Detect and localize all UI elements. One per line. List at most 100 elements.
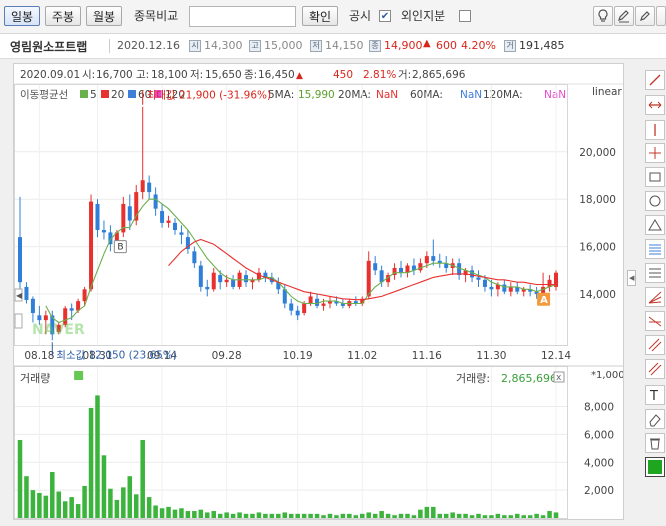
ohlc-change: 450 xyxy=(333,69,353,81)
ma60-swatch xyxy=(128,90,136,98)
volume-bar xyxy=(456,513,462,518)
volume-bar xyxy=(450,512,455,518)
volume-bar xyxy=(211,511,216,518)
horizontal-arrow-tool-icon[interactable] xyxy=(645,95,665,115)
volume-bar xyxy=(140,439,145,518)
period-daily-button[interactable]: 일봉 xyxy=(4,6,40,26)
edit-icon[interactable] xyxy=(614,6,634,26)
volume-bar xyxy=(82,485,87,518)
ma5-label: 5 xyxy=(90,89,97,101)
volume-bar xyxy=(230,513,236,518)
candle-body xyxy=(69,308,74,311)
confirm-button[interactable]: 확인 xyxy=(302,6,338,26)
candle-body xyxy=(502,284,507,292)
disclosure-checkbox[interactable]: ✔ xyxy=(379,10,391,22)
volume-bar xyxy=(398,513,404,518)
vertical-line-tool-icon[interactable] xyxy=(645,120,665,140)
volume-bar xyxy=(463,513,468,518)
candle-body xyxy=(172,222,177,231)
check-icon: ✔ xyxy=(380,11,390,22)
panel-toggle[interactable]: ◀ xyxy=(627,270,636,286)
compare-input[interactable] xyxy=(189,6,296,27)
volume-bar xyxy=(75,504,81,518)
close-price-badge: 종 xyxy=(369,40,381,52)
fan-line-tool-icon[interactable] xyxy=(645,287,665,307)
volume-bar xyxy=(514,513,520,518)
volume-bar xyxy=(443,513,449,518)
candle-body xyxy=(418,263,423,271)
candle-body xyxy=(321,303,326,306)
volume-bar xyxy=(114,499,120,518)
price-tick-label: 18,000 xyxy=(579,194,616,206)
period-weekly-button[interactable]: 주봉 xyxy=(45,6,81,26)
collapse-handle[interactable] xyxy=(14,313,23,329)
volume-bar xyxy=(502,515,507,518)
period-monthly-button[interactable]: 월봉 xyxy=(86,6,122,26)
volume-bar xyxy=(198,509,204,518)
stock-name: 영림원소프트랩 xyxy=(10,40,88,54)
scale-type-label[interactable]: linear xyxy=(592,86,622,98)
chevron-left-icon: ◀ xyxy=(629,274,635,282)
compare-label: 종목비교 xyxy=(134,9,179,23)
color-picker[interactable] xyxy=(645,457,665,477)
crosshair-tool-icon[interactable] xyxy=(645,143,665,163)
price-chart[interactable]: 2020.09.01 시: 16,700 고: 18,100 저: 15,650… xyxy=(14,64,625,519)
foreign-ownership-checkbox[interactable] xyxy=(459,10,471,22)
candle-body xyxy=(308,296,313,304)
candle-body xyxy=(457,263,462,276)
circle-tool-icon[interactable] xyxy=(645,191,665,211)
ma120-value-label: 120MA: xyxy=(483,89,523,101)
parallel-line-tool-icon[interactable] xyxy=(645,335,665,355)
volume-bar xyxy=(37,492,42,518)
volume-bar xyxy=(366,512,371,518)
volume-bar xyxy=(347,513,352,518)
candle-body xyxy=(366,260,371,297)
volume-bar xyxy=(276,513,281,518)
channel-tool-icon[interactable] xyxy=(645,359,665,379)
volume-bar xyxy=(30,490,36,518)
fibonacci-tool-icon[interactable] xyxy=(645,239,665,259)
ohlc-volume: 2,865,696 xyxy=(412,69,466,81)
low-price-badge: 저 xyxy=(310,40,322,52)
volume-bar xyxy=(418,509,423,518)
pencil-icon[interactable] xyxy=(635,6,655,26)
up-arrow-icon: ▲ xyxy=(423,38,431,49)
chart-panel: 2020.09.01 시: 16,700 고: 18,100 저: 15,650… xyxy=(13,63,625,520)
volume-bar xyxy=(340,513,346,518)
date-tick-label: 09.28 xyxy=(212,350,242,362)
scroll-left-icon: ◀ xyxy=(16,291,23,300)
toolbar: 일봉 주봉 월봉 종목비교 확인 공시 ✔ 외인지분 xyxy=(0,0,666,34)
volume-tick-label: 4,000 xyxy=(584,457,614,469)
svg-text:T: T xyxy=(649,389,658,404)
ohlc-volume-label: 거: xyxy=(398,69,411,81)
volume-bar xyxy=(360,513,365,518)
refresh-icon[interactable] xyxy=(656,6,666,26)
cross-line-tool-icon[interactable] xyxy=(645,311,665,331)
price-tick-label: 20,000 xyxy=(579,147,616,159)
volume-bar xyxy=(95,395,100,518)
eraser-tool-icon[interactable] xyxy=(645,409,665,429)
badge-a[interactable]: A xyxy=(537,292,551,306)
candle-body xyxy=(17,237,23,283)
ohlc-up-arrow-icon: ▲ xyxy=(296,71,303,81)
min-label: 최소값 12,050 (23.65%) xyxy=(56,349,177,361)
candle-body xyxy=(30,298,35,313)
rectangle-tool-icon[interactable] xyxy=(645,167,665,187)
trendline-tool-icon[interactable] xyxy=(645,70,665,90)
badge-b[interactable]: B xyxy=(113,240,127,254)
candle-body xyxy=(43,315,48,321)
date-tick-label: 11.02 xyxy=(347,350,377,362)
lightbulb-icon[interactable] xyxy=(593,6,613,26)
triangle-tool-icon[interactable] xyxy=(645,215,665,235)
gann-tool-icon[interactable] xyxy=(645,263,665,283)
volume-bar xyxy=(237,512,242,518)
delete-tool-icon[interactable] xyxy=(645,433,665,453)
volume-bar xyxy=(50,472,55,518)
volume-bar xyxy=(379,511,384,518)
ohlc-low: 15,650 xyxy=(205,69,242,81)
volume-bar xyxy=(521,515,526,518)
ma120-value: NaN xyxy=(544,89,566,101)
volume-bar xyxy=(405,513,410,518)
volume-bars xyxy=(17,395,559,518)
text-tool-icon[interactable]: T xyxy=(645,385,665,405)
